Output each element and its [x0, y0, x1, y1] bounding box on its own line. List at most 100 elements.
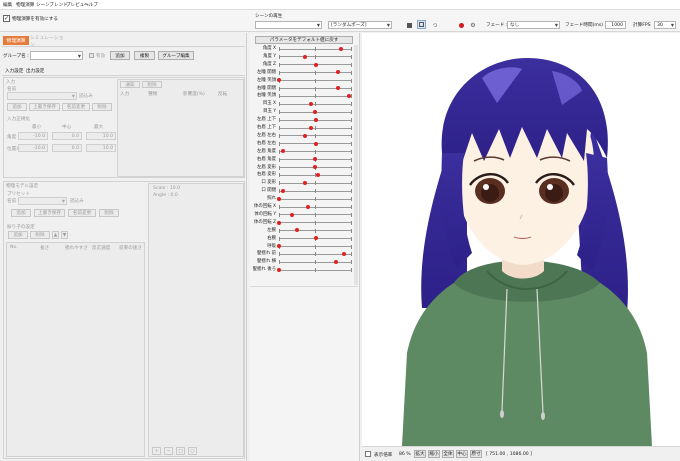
slider-handle[interactable]	[336, 86, 341, 91]
param-slider[interactable]	[279, 149, 352, 154]
input-delete-button[interactable]: 削除	[92, 103, 112, 111]
param-row[interactable]: 髪揺れ 横	[250, 258, 355, 266]
param-slider[interactable]	[279, 252, 352, 257]
slider-handle[interactable]	[280, 188, 285, 193]
param-row[interactable]: 角度 Z	[250, 61, 355, 69]
param-slider[interactable]	[279, 70, 352, 75]
param-slider[interactable]	[279, 62, 352, 67]
slider-handle[interactable]	[309, 125, 314, 130]
param-slider[interactable]	[279, 125, 352, 131]
slider-handle[interactable]	[314, 141, 319, 146]
slider-handle[interactable]	[314, 236, 319, 241]
param-row[interactable]: 左腕	[250, 227, 355, 235]
input-rename-button[interactable]: 名前変更	[62, 103, 90, 111]
preset-load-label[interactable]: 読込み	[70, 198, 84, 204]
physics-enable-checkbox[interactable]: ✓	[3, 15, 10, 22]
slider-handle[interactable]	[309, 102, 314, 107]
slider-handle[interactable]	[315, 173, 320, 178]
param-row[interactable]: 髪揺れ 前	[250, 250, 355, 258]
slider-handle[interactable]	[338, 46, 343, 51]
loop-icon[interactable]: つ	[430, 21, 440, 29]
fade-select[interactable]: なし ▼	[507, 21, 560, 29]
preview-reset-icon[interactable]: ○	[188, 447, 197, 455]
slider-handle[interactable]	[313, 109, 317, 114]
param-slider[interactable]	[279, 181, 352, 186]
param-slider[interactable]	[279, 117, 352, 123]
param-row[interactable]: 呼吸	[250, 243, 355, 251]
actual-size-button[interactable]: 原寸	[470, 450, 482, 458]
param-row[interactable]: 左眉 変形	[250, 164, 355, 172]
param-slider[interactable]	[279, 260, 352, 265]
slider-handle[interactable]	[313, 157, 317, 162]
zoom-fit-button[interactable]: 全体	[442, 450, 454, 458]
param-row[interactable]: 角度 Y	[250, 53, 355, 61]
scene-select[interactable]: ▼	[255, 21, 322, 29]
pose-select[interactable]: [ランダムポーズ] ▼	[328, 21, 392, 29]
param-slider[interactable]	[279, 165, 352, 170]
param-row[interactable]: 目玉 X	[250, 100, 355, 108]
param-slider[interactable]	[279, 236, 352, 241]
preset-name-select[interactable]: ▼	[18, 197, 67, 205]
settings-gear-icon[interactable]: ⚙	[469, 21, 477, 29]
param-slider[interactable]	[277, 78, 352, 83]
input-overwrite-button[interactable]: 上書き保存	[29, 103, 60, 111]
record-icon[interactable]	[457, 21, 465, 29]
param-slider[interactable]	[277, 267, 352, 273]
param-slider[interactable]	[279, 46, 352, 52]
param-row[interactable]: 目玉 Y	[250, 108, 355, 116]
slider-handle[interactable]	[289, 212, 294, 217]
param-row[interactable]: 照れ	[250, 195, 355, 203]
param-row[interactable]: 右瞳 笑顔	[250, 92, 355, 100]
fps-select[interactable]: 30 ▼	[654, 21, 676, 29]
slider-handle[interactable]	[346, 94, 351, 99]
group-add-button[interactable]: 追加	[110, 51, 130, 60]
input-add-button[interactable]: 追加	[7, 103, 27, 111]
param-row[interactable]: 口 開閉	[250, 187, 355, 195]
param-slider[interactable]	[277, 244, 352, 249]
param-slider[interactable]	[279, 86, 352, 91]
center-button[interactable]: 中心	[456, 450, 468, 458]
param-slider[interactable]	[279, 212, 352, 217]
group-name-select[interactable]: ▼	[30, 51, 83, 60]
group-duplicate-button[interactable]: 複製	[134, 51, 155, 60]
input-table-delete-button[interactable]: 削除	[142, 81, 162, 88]
param-row[interactable]: 左瞳 笑顔	[250, 77, 355, 85]
reset-params-button[interactable]: パラメータをデフォルト値に戻す	[255, 36, 353, 44]
tab-simulation[interactable]: シミュレーション	[30, 36, 66, 48]
param-slider[interactable]	[279, 102, 352, 107]
input-name-select[interactable]: ▼	[7, 92, 77, 100]
fade-time-input[interactable]: 1000	[605, 21, 626, 29]
param-slider[interactable]	[277, 196, 352, 202]
param-slider[interactable]	[279, 173, 352, 178]
param-row[interactable]: 口 変形	[250, 179, 355, 187]
slider-handle[interactable]	[336, 70, 341, 75]
group-edit-button[interactable]: グループ編集	[158, 51, 194, 60]
param-slider[interactable]	[279, 157, 352, 162]
param-slider[interactable]	[279, 228, 352, 233]
preset-overwrite-button[interactable]: 上書き保存	[34, 209, 65, 217]
position-min-input[interactable]: -10.0	[18, 144, 48, 152]
menu-edit[interactable]: 編集	[3, 2, 12, 8]
loop-toggle-icon[interactable]	[417, 20, 426, 29]
slider-handle[interactable]	[313, 165, 317, 170]
slider-handle[interactable]	[277, 196, 281, 201]
param-row[interactable]: 左眉 角度	[250, 148, 355, 156]
slider-handle[interactable]	[277, 244, 281, 249]
pendulum-delete-button[interactable]: 削除	[30, 231, 50, 239]
param-row[interactable]: 髪揺れ 後ろ	[250, 266, 355, 274]
slider-handle[interactable]	[280, 149, 285, 154]
zoom-in-button[interactable]: 拡大	[414, 450, 426, 458]
preview-minus-icon[interactable]: −	[164, 447, 173, 455]
param-slider[interactable]	[279, 133, 352, 138]
subtab-output[interactable]: 出力設定	[26, 68, 44, 74]
param-slider[interactable]	[279, 54, 352, 59]
slider-handle[interactable]	[302, 54, 307, 59]
tab-physics[interactable]: 物理演算	[3, 36, 29, 45]
param-slider[interactable]	[279, 94, 352, 99]
angle-max-input[interactable]: 10.0	[86, 132, 116, 140]
slider-handle[interactable]	[314, 117, 319, 122]
param-slider[interactable]	[277, 220, 352, 225]
pendulum-up-button[interactable]: ▲	[52, 231, 59, 239]
preset-rename-button[interactable]: 名前変更	[68, 209, 96, 217]
subtab-input[interactable]: 入力設定	[5, 68, 23, 74]
